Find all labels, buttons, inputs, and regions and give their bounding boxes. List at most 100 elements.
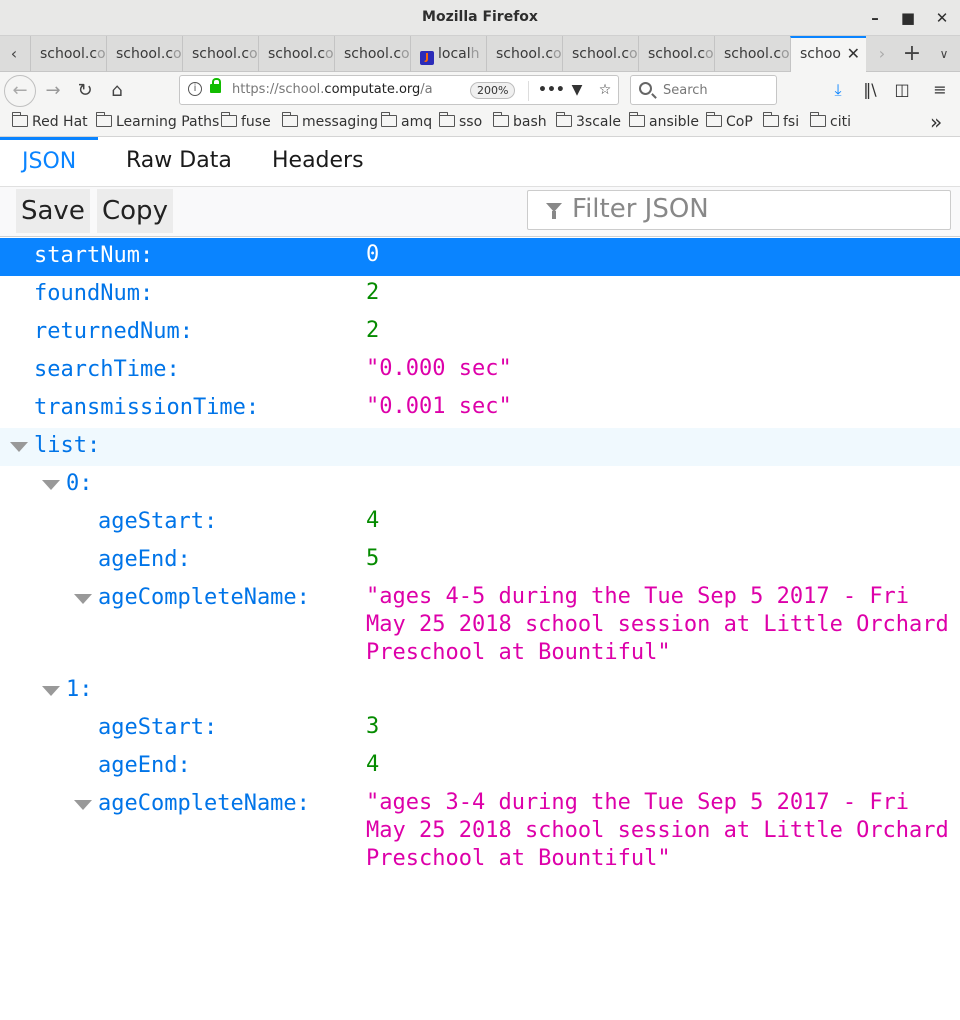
copy-button[interactable]: Copy [97,189,173,233]
json-key: searchTime: [34,357,180,382]
page-actions-ellipsis-icon[interactable]: ••• [538,80,565,100]
maximize-icon[interactable]: ■ [898,8,918,28]
expand-triangle-icon[interactable] [74,594,92,604]
sidebar-icon[interactable]: ◫ [888,76,916,104]
json-key: ageCompleteName: [98,791,310,816]
json-row-returnednum[interactable]: returnedNum: 2 [0,314,960,352]
bookmark-label: Red Hat [32,114,88,130]
downloads-arrow-icon[interactable]: ⤓ [824,76,852,104]
json-row-agestart[interactable]: ageStart: 3 [0,710,960,748]
library-icon[interactable]: ‖\ [856,76,884,104]
json-row-list-1[interactable]: 1: [0,672,960,710]
json-value: 5 [366,546,380,571]
tab-school-active[interactable]: schoo ✕ [790,36,866,73]
url-text[interactable]: https://school.computate.org/a [232,82,437,97]
json-row-list[interactable]: list: [0,428,960,466]
json-row-ageend[interactable]: ageEnd: 4 [0,748,960,786]
close-tab-icon[interactable]: ✕ [847,38,860,70]
json-viewer-tabs: JSON Raw Data Headers [0,137,960,187]
bookmark-label: sso [459,114,483,130]
zoom-level-badge[interactable]: 200% [470,82,516,99]
search-placeholder: Search [663,83,708,98]
folder-icon [12,112,28,127]
scroll-tabs-left-icon[interactable]: ‹ [0,36,28,72]
folder-icon [810,112,826,127]
json-row-agecompletename[interactable]: ageCompleteName: "ages 3-4 during the Tu… [0,786,960,876]
tab-headers[interactable]: Headers [272,137,364,187]
bookmark-fsi[interactable]: fsi [763,112,799,130]
tab-label: school.c [724,46,782,62]
reload-icon[interactable]: ↻ [70,76,100,106]
bookmark-sso[interactable]: sso [439,112,483,130]
bookmarks-overflow-chevron-icon[interactable]: » [930,110,942,134]
bookmark-label: fuse [241,114,271,130]
minimize-icon[interactable]: – [865,8,885,28]
json-row-startnum[interactable]: startNum: 0 [0,238,960,276]
url-prefix: https://school. [232,82,325,97]
json-key: ageEnd: [98,753,191,778]
tab-label-fade: o [705,46,714,62]
forward-arrow-icon[interactable]: → [38,76,68,106]
site-info-icon[interactable]: i [188,82,202,96]
tab-school-3[interactable]: school.co [182,36,258,72]
bookmark-3scale[interactable]: 3scale [556,112,621,130]
json-row-agestart[interactable]: ageStart: 4 [0,504,960,542]
new-tab-plus-icon[interactable]: + [898,36,926,72]
tab-localhost[interactable]: Jlocalh [410,36,486,72]
bookmark-amq[interactable]: amq [381,112,432,130]
home-icon[interactable]: ⌂ [102,76,132,106]
expand-triangle-icon[interactable] [42,686,60,696]
save-button[interactable]: Save [16,189,90,233]
json-value: "ages 4-5 during the Tue Sep 5 2017 - Fr… [366,584,949,665]
folder-icon [96,112,112,127]
search-bar[interactable]: Search [630,75,777,105]
folder-icon [221,112,237,127]
expand-triangle-icon[interactable] [10,442,28,452]
pocket-icon[interactable]: ▼ [567,80,587,100]
close-window-icon[interactable]: ✕ [932,8,952,28]
json-value: 0 [366,242,380,267]
tab-school-1[interactable]: school.co [30,36,106,72]
json-value: 4 [366,752,380,777]
bookmark-learning-paths[interactable]: Learning Paths [96,112,219,130]
tab-school-6[interactable]: school.co [486,36,562,72]
json-row-transmissiontime[interactable]: transmissionTime: "0.001 sec" [0,390,960,428]
tab-school-4[interactable]: school.co [258,36,334,72]
back-arrow-icon[interactable]: ← [4,75,36,107]
tab-school-2[interactable]: school.co [106,36,182,72]
scroll-tabs-right-icon[interactable]: › [868,36,896,72]
bookmark-ansible[interactable]: ansible [629,112,699,130]
tab-school-8[interactable]: school.co [638,36,714,72]
hamburger-menu-icon[interactable]: ≡ [926,76,954,104]
bookmark-red-hat[interactable]: Red Hat [12,112,88,130]
list-all-tabs-chevron-icon[interactable]: ∨ [930,36,958,72]
bookmarks-toolbar: Red Hat Learning Paths fuse messaging am… [0,110,960,137]
json-row-ageend[interactable]: ageEnd: 5 [0,542,960,580]
json-key: foundNum: [34,281,154,306]
json-row-foundnum[interactable]: foundNum: 2 [0,276,960,314]
bookmark-citi[interactable]: citi [810,112,851,130]
bookmark-cop[interactable]: CoP [706,112,753,130]
json-key: ageStart: [98,715,218,740]
json-value: 2 [366,318,380,343]
json-row-searchtime[interactable]: searchTime: "0.000 sec" [0,352,960,390]
tab-label: local [438,46,471,62]
bookmark-bash[interactable]: bash [493,112,547,130]
tab-school-9[interactable]: school.co [714,36,790,72]
json-row-list-0[interactable]: 0: [0,466,960,504]
url-bar[interactable]: i https://school.computate.org/a 200% ••… [179,75,619,105]
expand-triangle-icon[interactable] [74,800,92,810]
tab-raw-data[interactable]: Raw Data [126,137,232,187]
json-row-agecompletename[interactable]: ageCompleteName: "ages 4-5 during the Tu… [0,580,960,670]
filter-json-input[interactable]: Filter JSON [527,190,951,230]
bookmark-star-icon[interactable]: ☆ [595,80,615,100]
folder-icon [493,112,509,127]
bookmark-messaging[interactable]: messaging [282,112,378,130]
tab-school-5[interactable]: school.co [334,36,410,72]
tab-label: school.c [116,46,174,62]
bookmark-fuse[interactable]: fuse [221,112,271,130]
tab-json[interactable]: JSON [0,137,99,187]
bookmark-label: CoP [726,114,753,130]
expand-triangle-icon[interactable] [42,480,60,490]
tab-school-7[interactable]: school.co [562,36,638,72]
